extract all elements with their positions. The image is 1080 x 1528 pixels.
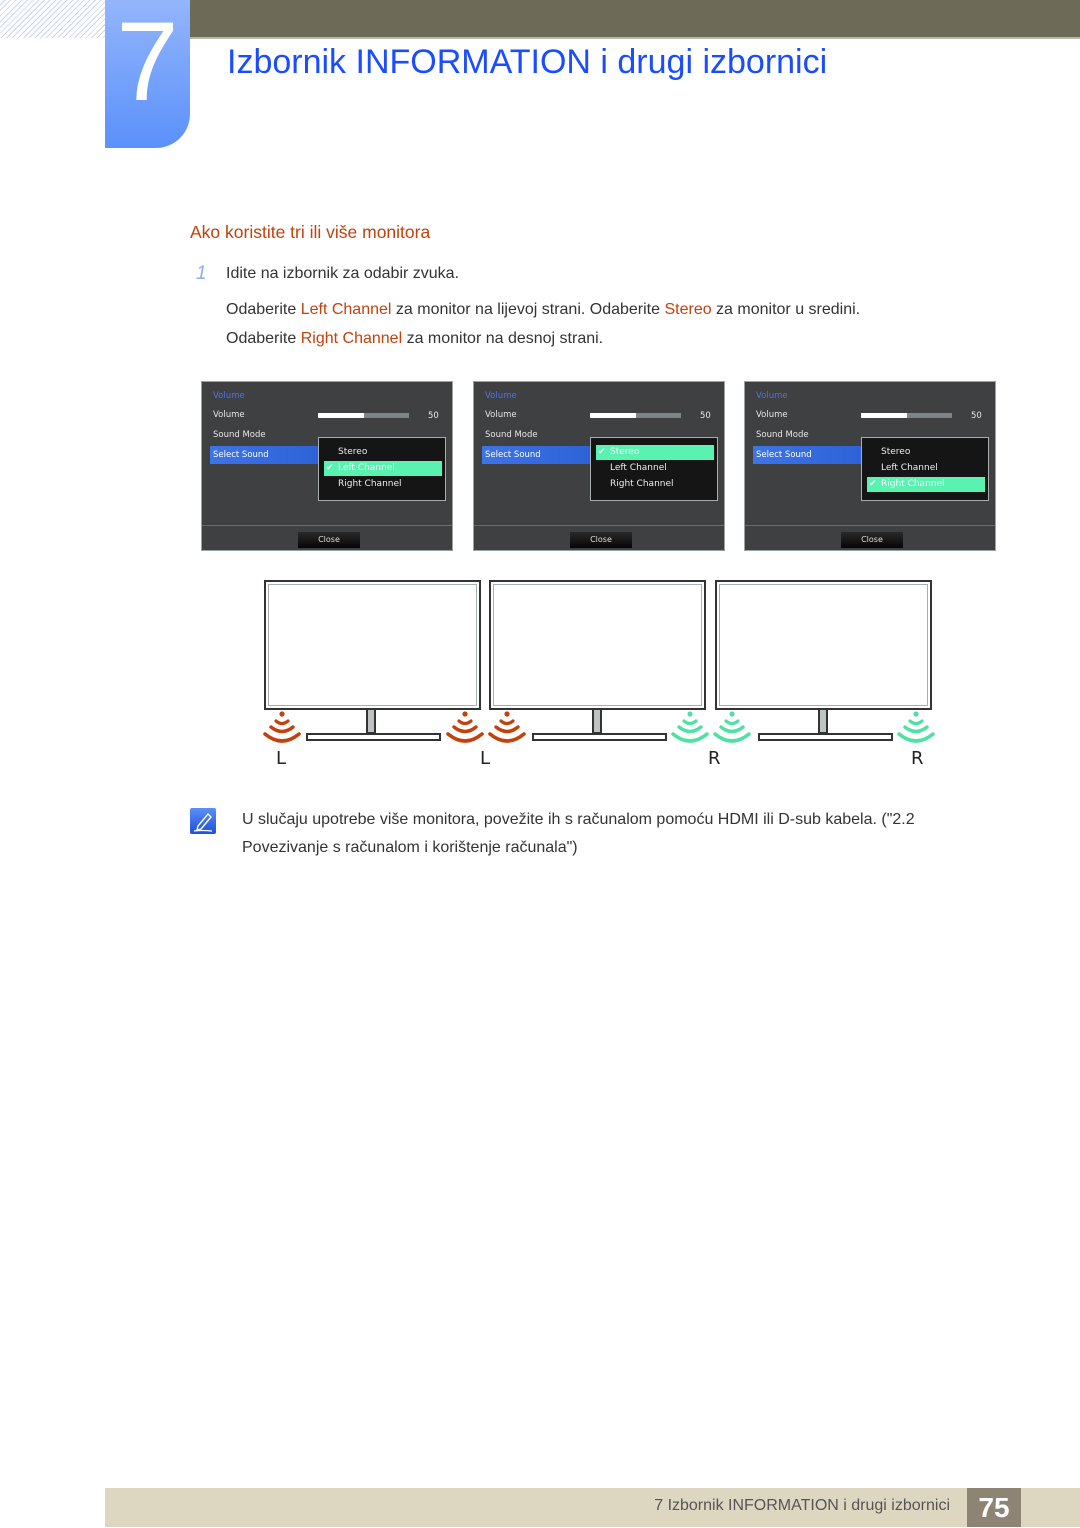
- osd-menu-item-sound-mode[interactable]: Sound Mode: [213, 430, 266, 440]
- instruction-text: za monitor na lijevoj strani. Odaberite: [391, 301, 665, 318]
- channel-label: L: [276, 748, 287, 769]
- chapter-title: Izbornik INFORMATION i drugi izbornici: [227, 43, 828, 81]
- monitor-stand-neck: [818, 710, 828, 734]
- dropdown-option-label: Right Channel: [610, 479, 674, 489]
- dropdown-option-label: Right Channel: [881, 479, 945, 489]
- volume-slider-fill: [861, 413, 907, 418]
- channel-label: R: [911, 748, 924, 769]
- section-title: Ako koristite tri ili više monitora: [190, 222, 431, 242]
- header-hatch-decoration: [0, 0, 105, 38]
- speaker-sound-icon: [446, 711, 484, 743]
- highlight-right-channel: Right Channel: [300, 330, 403, 347]
- osd-menu-item-select-sound[interactable]: Select Sound: [482, 446, 590, 464]
- step-text: Idite na izbornik za odabir zvuka.: [226, 265, 460, 282]
- dropdown-option-label: Left Channel: [338, 463, 395, 473]
- volume-value: 50: [428, 411, 439, 421]
- volume-slider[interactable]: [318, 413, 409, 418]
- close-button[interactable]: Close: [570, 532, 632, 548]
- footer-bar: 7 Izbornik INFORMATION i drugi izbornici: [105, 1488, 1080, 1527]
- speaker-sound-icon: [671, 711, 709, 743]
- header-bar: [190, 0, 1080, 39]
- dropdown-option[interactable]: ✔ Stereo: [596, 445, 714, 460]
- dropdown-option[interactable]: Right Channel: [596, 477, 714, 492]
- dropdown-option-label: Left Channel: [881, 463, 938, 473]
- monitor-left: [264, 580, 481, 710]
- osd-menu-item-volume[interactable]: Volume: [756, 410, 788, 420]
- osd-menu-item-volume[interactable]: Volume: [213, 410, 245, 420]
- note-pencil-icon: [190, 808, 216, 834]
- page-number: 75: [967, 1488, 1021, 1527]
- monitor-center: [489, 580, 706, 710]
- dropdown-option-label: Stereo: [338, 447, 368, 457]
- chapter-number: 7: [116, 0, 179, 124]
- select-sound-dropdown: ✔ Stereo Left Channel Right Channel: [590, 437, 718, 501]
- instruction-line-1: Odaberite Left Channel za monitor na lij…: [226, 301, 860, 319]
- highlight-left-channel: Left Channel: [300, 301, 392, 318]
- volume-value: 50: [700, 411, 711, 421]
- speaker-sound-icon: [897, 711, 935, 743]
- checkmark-icon: ✔: [598, 447, 606, 457]
- footer-chapter-title: 7 Izbornik INFORMATION i drugi izbornici: [654, 1497, 950, 1514]
- highlight-stereo: Stereo: [664, 301, 712, 318]
- channel-label: L: [480, 748, 491, 769]
- osd-title: Volume: [756, 391, 788, 401]
- osd-title: Volume: [485, 391, 517, 401]
- instruction-text: za monitor na desnoj strani.: [402, 330, 604, 347]
- volume-slider-fill: [318, 413, 364, 418]
- osd-menu-item-sound-mode[interactable]: Sound Mode: [756, 430, 809, 440]
- instruction-text: za monitor u sredini.: [711, 301, 861, 318]
- osd-divider: [202, 525, 452, 526]
- speaker-sound-icon: [263, 711, 301, 743]
- dropdown-option[interactable]: Right Channel: [324, 477, 442, 492]
- speaker-sound-icon: [488, 711, 526, 743]
- monitor-stand-neck: [592, 710, 602, 734]
- osd-divider: [474, 525, 724, 526]
- dropdown-option[interactable]: Stereo: [867, 445, 985, 460]
- monitor-stand-neck: [366, 710, 376, 734]
- dropdown-option-label: Right Channel: [338, 479, 402, 489]
- chapter-tab: 7: [105, 0, 190, 148]
- speaker-sound-icon: [713, 711, 751, 743]
- monitor-right: [715, 580, 932, 710]
- instruction-text: Odaberite: [226, 301, 301, 318]
- instruction-line-2: Odaberite Right Channel za monitor na de…: [226, 330, 603, 348]
- osd-panel: Volume Volume 50 Sound Mode Select Sound ✔ Ste…: [473, 381, 725, 551]
- dropdown-option-label: Stereo: [881, 447, 911, 457]
- monitor-stand-base: [758, 733, 893, 741]
- step-number: 1: [196, 263, 207, 284]
- osd-panel: Volume Volume 50 Sound Mode Select Sound Ster…: [744, 381, 996, 551]
- osd-menu-item-sound-mode[interactable]: Sound Mode: [485, 430, 538, 440]
- checkmark-icon: ✔: [326, 463, 334, 473]
- osd-panel: Volume Volume 50 Sound Mode Select Sound Ster…: [201, 381, 453, 551]
- dropdown-option[interactable]: ✔ Left Channel: [324, 461, 442, 476]
- checkmark-icon: ✔: [869, 479, 877, 489]
- volume-slider-fill: [590, 413, 636, 418]
- close-button[interactable]: Close: [841, 532, 903, 548]
- volume-slider[interactable]: [590, 413, 681, 418]
- osd-divider: [745, 525, 995, 526]
- dropdown-option[interactable]: Left Channel: [596, 461, 714, 476]
- osd-menu-item-select-sound[interactable]: Select Sound: [753, 446, 861, 464]
- dropdown-option[interactable]: ✔ Right Channel: [867, 477, 985, 492]
- dropdown-option[interactable]: Stereo: [324, 445, 442, 460]
- monitor-stand-base: [306, 733, 441, 741]
- note-text: U slučaju upotrebe više monitora, poveži…: [242, 811, 915, 856]
- dropdown-option[interactable]: Left Channel: [867, 461, 985, 476]
- select-sound-dropdown: Stereo Left Channel ✔ Right Channel: [861, 437, 989, 501]
- close-button[interactable]: Close: [298, 532, 360, 548]
- dropdown-option-label: Stereo: [610, 447, 640, 457]
- dropdown-option-label: Left Channel: [610, 463, 667, 473]
- osd-menu-item-volume[interactable]: Volume: [485, 410, 517, 420]
- channel-label: R: [708, 748, 721, 769]
- volume-value: 50: [971, 411, 982, 421]
- select-sound-dropdown: Stereo ✔ Left Channel Right Channel: [318, 437, 446, 501]
- osd-menu-item-select-sound[interactable]: Select Sound: [210, 446, 318, 464]
- instruction-text: Odaberite: [226, 330, 301, 347]
- osd-title: Volume: [213, 391, 245, 401]
- volume-slider[interactable]: [861, 413, 952, 418]
- monitor-stand-base: [532, 733, 667, 741]
